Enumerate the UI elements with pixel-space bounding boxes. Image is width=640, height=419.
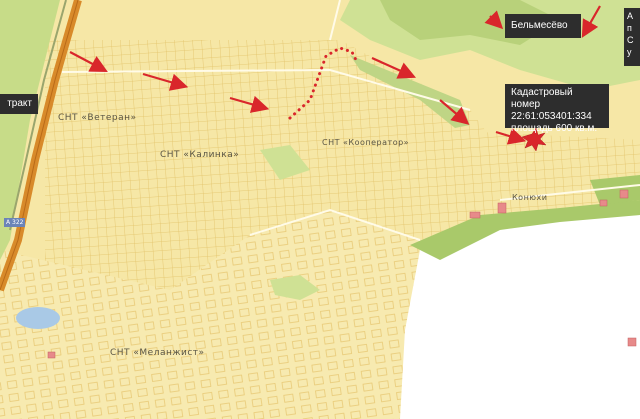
road-number-sign: А 322 bbox=[4, 218, 26, 227]
watermark-cian: ЦИАН bbox=[470, 315, 594, 359]
label-konyukhi: Конюхи bbox=[512, 193, 548, 202]
label-snt-melanzhist: СНТ «Меланжист» bbox=[110, 348, 205, 358]
building bbox=[47, 351, 56, 359]
building bbox=[497, 202, 507, 214]
building bbox=[469, 211, 481, 219]
label-snt-veteran: СНТ «Ветеран» bbox=[58, 113, 137, 123]
building bbox=[627, 337, 637, 347]
building bbox=[619, 189, 629, 199]
label-snt-kalinka: СНТ «Калинка» bbox=[160, 150, 240, 160]
cadastral-number: 22:61:053401:334 bbox=[511, 111, 592, 122]
callout-cadastral: Кадастровый номер 22:61:053401:334 площа… bbox=[505, 84, 609, 134]
label-snt-kooperator: СНТ «Кооператор» bbox=[322, 138, 410, 147]
lake bbox=[16, 307, 60, 329]
cadastral-title: Кадастровый номер bbox=[511, 87, 573, 110]
callout-edge-fragment: А п С у bbox=[624, 8, 640, 66]
cadastral-area: площадь 600 кв.м. bbox=[511, 123, 598, 134]
building bbox=[599, 199, 608, 207]
callout-belmesevo: Бельмесёво bbox=[505, 14, 581, 38]
road-name-label: тракт bbox=[0, 94, 38, 114]
